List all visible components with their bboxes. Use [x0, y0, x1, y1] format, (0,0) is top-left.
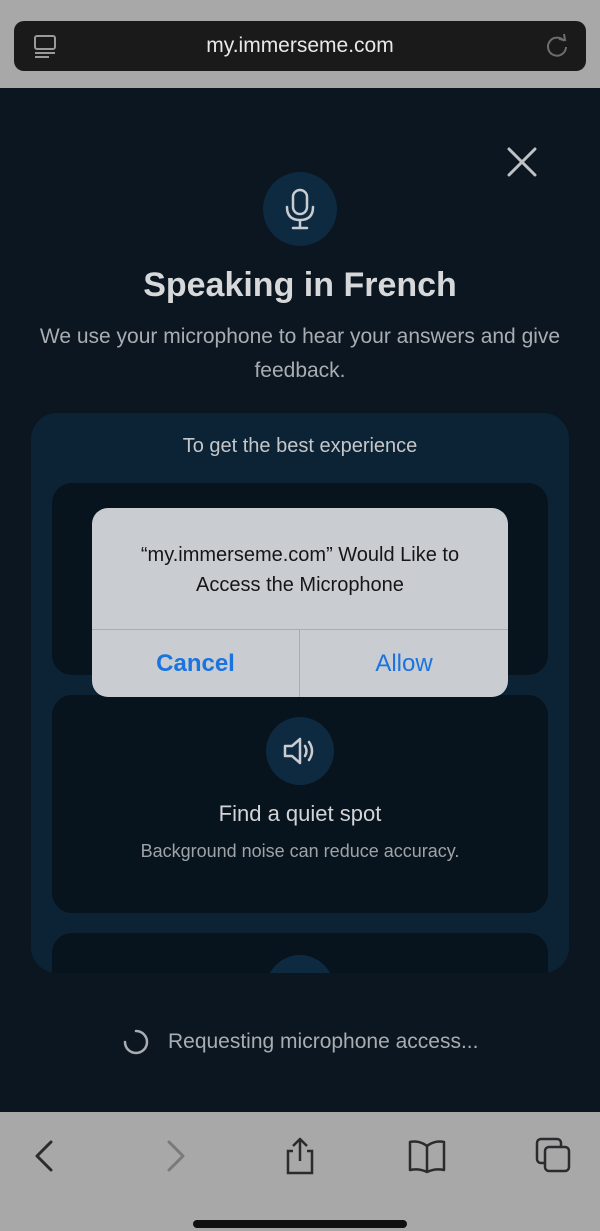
- home-indicator[interactable]: [193, 1220, 407, 1228]
- tip-title: Find a quiet spot: [218, 801, 382, 826]
- tip-card-third: [52, 933, 548, 973]
- tip-card-quiet-spot: Find a quiet spot Background noise can r…: [52, 695, 548, 913]
- allow-button[interactable]: Allow: [300, 630, 508, 697]
- mic-icon: [285, 188, 315, 230]
- url-text[interactable]: my.immerseme.com: [14, 21, 586, 71]
- forward-icon[interactable]: [155, 1136, 195, 1176]
- alert-message: “my.immerseme.com” Would Like to Access …: [140, 544, 460, 596]
- close-icon[interactable]: [504, 144, 540, 180]
- speaker-icon: [283, 737, 314, 765]
- mic-badge: [263, 172, 337, 246]
- page-title: Speaking in French: [143, 266, 457, 304]
- spinner-icon: [122, 1028, 150, 1056]
- panel-heading: To get the best experience: [182, 435, 418, 457]
- status-text: Requesting microphone access...: [167, 1030, 479, 1053]
- browser-toolbar: [0, 1112, 600, 1231]
- back-icon[interactable]: [26, 1136, 66, 1176]
- circle-icon: [266, 955, 334, 973]
- tabs-icon[interactable]: [534, 1136, 574, 1176]
- bookmarks-icon[interactable]: [407, 1136, 447, 1176]
- reload-icon[interactable]: [544, 33, 570, 59]
- address-bar[interactable]: my.immerseme.com: [14, 21, 586, 71]
- status-row: Requesting microphone access...: [0, 1028, 600, 1058]
- cancel-button[interactable]: Cancel: [92, 630, 299, 697]
- page-subtitle: We use your microphone to hear your answ…: [39, 325, 561, 382]
- tip-description: Background noise can reduce accuracy.: [140, 841, 460, 861]
- speaker-icon-badge: [266, 717, 334, 785]
- browser-top-bar: my.immerseme.com: [0, 0, 600, 88]
- share-icon[interactable]: [280, 1136, 320, 1176]
- permission-alert: “my.immerseme.com” Would Like to Access …: [92, 508, 508, 697]
